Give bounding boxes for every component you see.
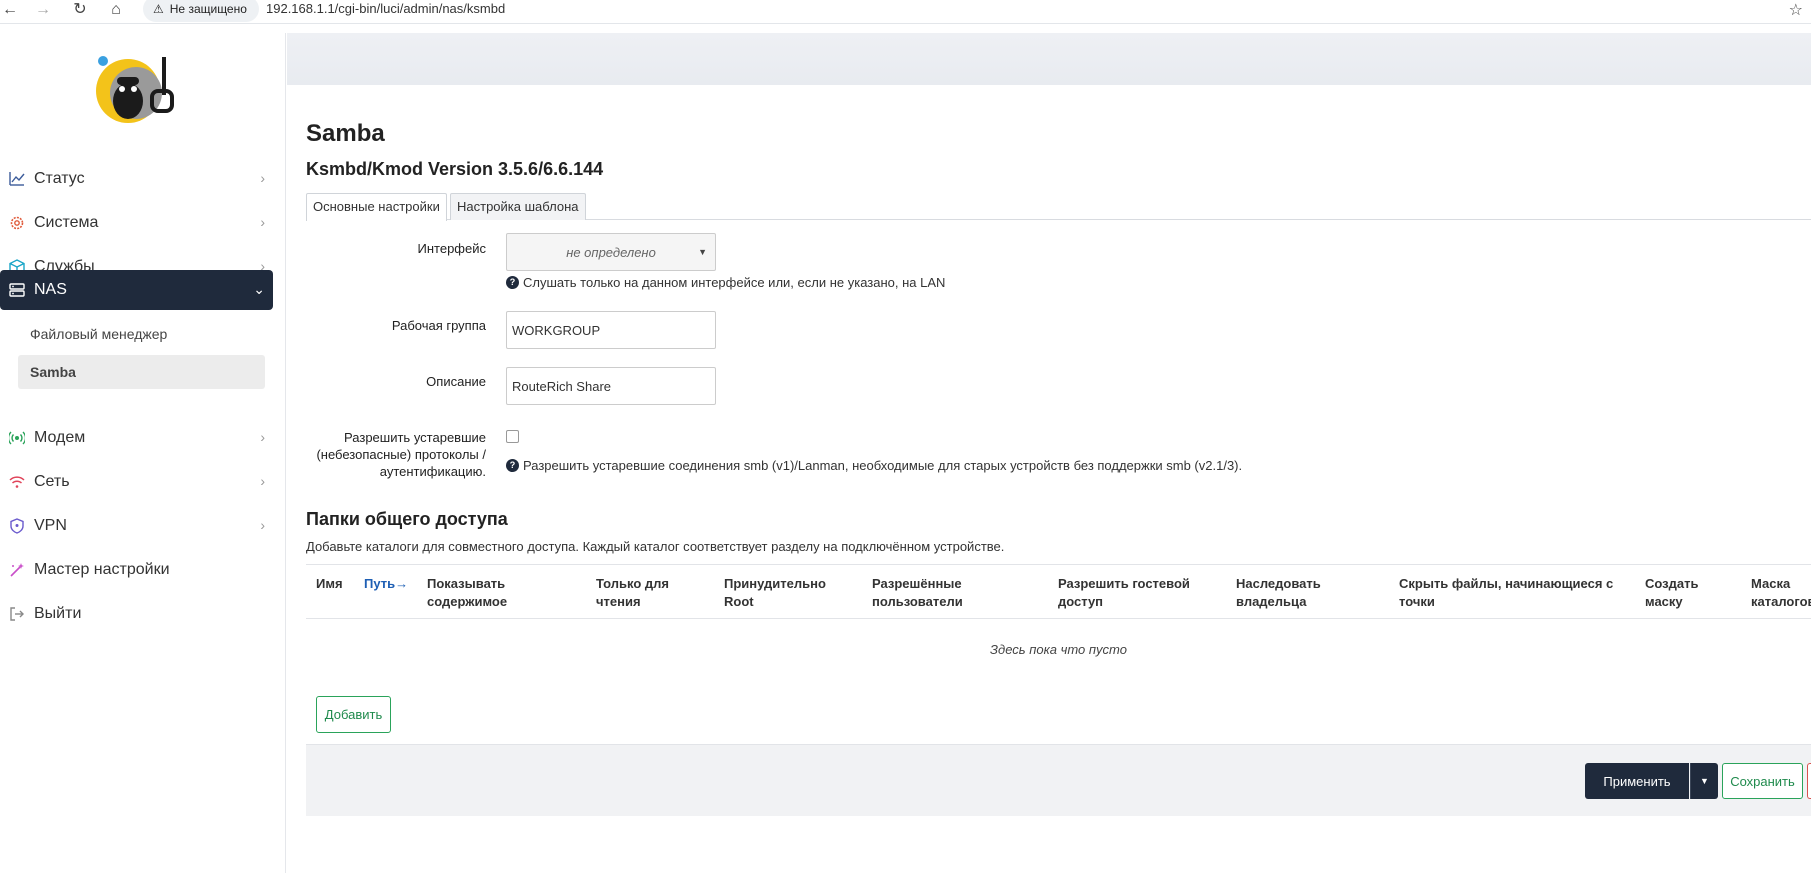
column-header-inherit-owner[interactable]: Наследовать владельца: [1236, 575, 1321, 611]
server-icon: [8, 281, 26, 299]
shares-section-description: Добавьте каталоги для совместного доступ…: [306, 539, 1005, 554]
reset-button[interactable]: [1807, 763, 1811, 799]
interface-label: Интерфейс: [417, 241, 486, 256]
home-icon[interactable]: ⌂: [106, 0, 126, 20]
sidebar-item-modem[interactable]: Модем ›: [0, 418, 273, 458]
apply-dropdown-button[interactable]: ▼: [1690, 763, 1718, 799]
interface-hint: ? Слушать только на данном интерфейсе ил…: [506, 275, 945, 290]
sidebar-item-status[interactable]: Статус ›: [0, 159, 273, 199]
tab-bar: Основные настройки Настройка шаблона: [306, 190, 1811, 221]
page-title: Samba: [306, 120, 385, 147]
page-actions-footer: Применить ▼ Сохранить: [306, 744, 1811, 816]
column-header-allowed-users[interactable]: Разрешённые пользователи: [872, 575, 963, 611]
workgroup-label: Рабочая группа: [391, 318, 486, 333]
sidebar-item-logout[interactable]: Выйти: [0, 594, 273, 634]
bookmark-star-icon[interactable]: ☆: [1789, 0, 1803, 20]
sidebar-item-label: VPN: [34, 517, 67, 534]
column-header-browseable[interactable]: Показывать содержимое: [427, 575, 507, 611]
workgroup-input[interactable]: [506, 311, 716, 349]
sidebar-item-setup-wizard[interactable]: Мастер настройки: [0, 550, 273, 590]
submenu-item-label: Файловый менеджер: [30, 326, 168, 342]
legacy-label-line: Разрешить устаревшие: [344, 430, 486, 445]
column-header-read-only[interactable]: Только для чтения: [596, 575, 669, 611]
legacy-label-line: аутентификацию.: [379, 464, 486, 479]
legacy-protocols-label: Разрешить устаревшие (небезопасные) прот…: [306, 429, 486, 480]
router-logo[interactable]: [92, 49, 176, 133]
submenu-item-label: Samba: [30, 364, 76, 380]
help-icon: ?: [506, 276, 519, 289]
interface-hint-text: Слушать только на данном интерфейсе или,…: [523, 275, 946, 290]
shield-icon: [8, 517, 26, 535]
dropdown-arrow-icon: ▼: [1700, 776, 1709, 786]
add-share-button[interactable]: Добавить: [316, 696, 391, 733]
column-header-path[interactable]: Путь→: [364, 575, 408, 593]
column-header-force-root[interactable]: Принудительно Root: [724, 575, 826, 611]
description-input[interactable]: [506, 367, 716, 405]
shares-section-title: Папки общего доступа: [306, 509, 508, 529]
column-header-hide-dot-files[interactable]: Скрыть файлы, начинающиеся с точки: [1399, 575, 1613, 611]
header-band: [287, 33, 1811, 85]
help-icon: ?: [506, 459, 519, 472]
security-label: Не защищено: [169, 2, 247, 16]
interface-select[interactable]: не определено ▼: [506, 233, 716, 271]
chevron-right-icon: ›: [260, 214, 265, 230]
logout-icon: [8, 605, 26, 623]
browser-toolbar: ← → ↻ ⌂ ⚠ Не защищено 192.168.1.1/cgi-bi…: [0, 0, 1811, 24]
broadcast-icon: [8, 429, 26, 447]
sidebar: Статус › Система › Службы › NAS ⌄ Файлов…: [0, 33, 286, 873]
submenu-item-file-manager[interactable]: Файловый менеджер: [18, 326, 167, 342]
sidebar-item-label: Система: [34, 214, 99, 231]
security-indicator[interactable]: ⚠ Не защищено: [143, 0, 259, 22]
submenu-item-samba[interactable]: Samba: [18, 355, 265, 389]
sidebar-item-system[interactable]: Система ›: [0, 203, 273, 243]
description-label: Описание: [426, 374, 486, 389]
sidebar-item-label: Выйти: [34, 605, 82, 622]
sidebar-item-label: Мастер настройки: [34, 561, 170, 578]
chevron-right-icon: ›: [260, 517, 265, 533]
column-header-dir-mask[interactable]: Маска каталогов: [1751, 575, 1811, 611]
sidebar-item-network[interactable]: Сеть ›: [0, 462, 273, 502]
sidebar-item-vpn[interactable]: VPN ›: [0, 506, 273, 546]
chevron-right-icon: ›: [260, 170, 265, 186]
main-content: Samba Ksmbd/Kmod Version 3.5.6/6.6.144 О…: [306, 85, 1811, 873]
back-arrow-icon[interactable]: ←: [0, 0, 20, 20]
warning-icon: ⚠: [153, 2, 164, 16]
apply-button[interactable]: Применить: [1585, 763, 1689, 799]
sidebar-item-label: Модем: [34, 429, 86, 446]
column-header-name[interactable]: Имя: [316, 575, 343, 593]
legacy-protocols-checkbox[interactable]: [506, 430, 519, 443]
chevron-right-icon: ›: [260, 473, 265, 489]
legacy-hint-text: Разрешить устаревшие соединения smb (v1)…: [523, 458, 1243, 473]
tab-general-settings[interactable]: Основные настройки: [306, 193, 447, 221]
shares-table-header: Имя Путь→ Показывать содержимое Только дл…: [306, 564, 1811, 619]
chevron-right-icon: ›: [260, 429, 265, 445]
tab-template-settings[interactable]: Настройка шаблона: [450, 193, 586, 220]
shares-empty-placeholder: Здесь пока что пусто: [990, 642, 1127, 657]
gear-icon: [8, 214, 26, 232]
column-header-guest-ok[interactable]: Разрешить гостевой доступ: [1058, 575, 1190, 611]
legacy-label-line: (небезопасные) протоколы /: [316, 447, 486, 462]
sidebar-item-label: Статус: [34, 170, 85, 187]
sidebar-item-nas[interactable]: NAS ⌄: [0, 270, 273, 310]
chart-line-icon: [8, 170, 26, 188]
reload-icon[interactable]: ↻: [70, 0, 90, 20]
save-button[interactable]: Сохранить: [1722, 763, 1803, 799]
chevron-down-icon: ⌄: [253, 281, 265, 297]
page-subtitle: Ksmbd/Kmod Version 3.5.6/6.6.144: [306, 159, 604, 179]
legacy-protocols-hint: ? Разрешить устаревшие соединения smb (v…: [506, 458, 1242, 473]
forward-arrow-icon[interactable]: →: [33, 0, 53, 20]
column-header-create-mask[interactable]: Создать маску: [1645, 575, 1698, 611]
address-bar[interactable]: 192.168.1.1/cgi-bin/luci/admin/nas/ksmbd: [266, 1, 505, 16]
interface-select-value: не определено: [566, 244, 656, 260]
wifi-icon: [8, 473, 26, 491]
dropdown-arrow-icon: ▼: [698, 247, 707, 257]
sidebar-item-label: Сеть: [34, 473, 70, 490]
magic-wand-icon: [8, 561, 26, 579]
sidebar-item-label: NAS: [34, 281, 67, 298]
